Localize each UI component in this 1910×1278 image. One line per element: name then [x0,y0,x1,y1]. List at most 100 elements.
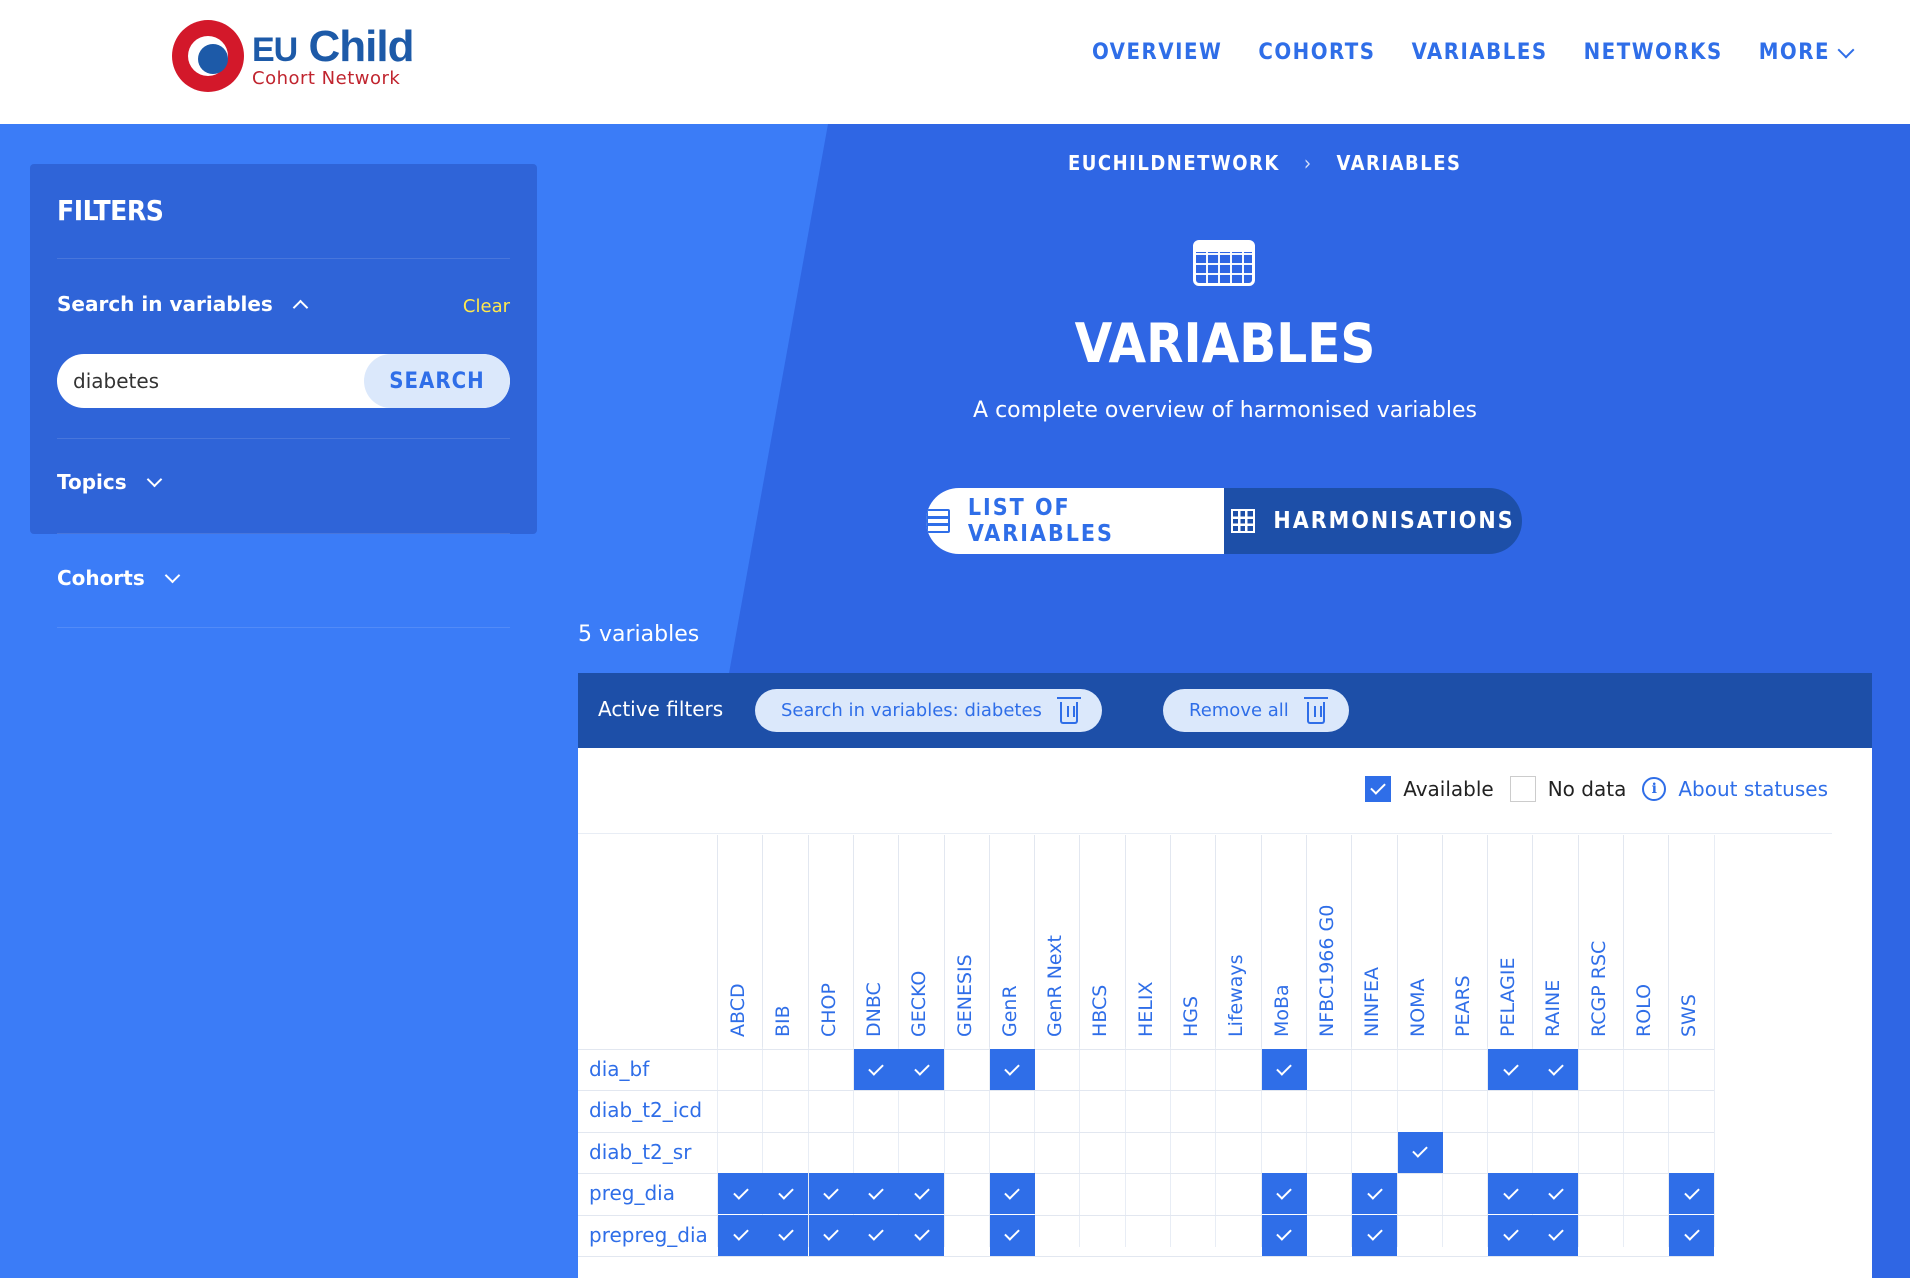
euchild-logo[interactable]: EU Child Cohort Network [172,20,414,96]
available-cell[interactable] [1533,1214,1579,1256]
search-input[interactable] [57,354,367,408]
available-cell[interactable] [1352,1173,1398,1215]
cohorts-filter-label: Cohorts [57,566,145,590]
column-header: GenR Next [1034,835,1079,1047]
column-line [1215,1047,1217,1247]
available-cell[interactable] [1488,1049,1534,1090]
view-toggle: LIST OF VARIABLES HARMONISATIONS [926,488,1522,554]
column-header: GenR [988,835,1034,1047]
chevron-down-icon [164,567,181,583]
column-line [1079,1047,1081,1247]
column-header: HELIX [1124,835,1170,1047]
available-cell[interactable] [763,1214,809,1256]
available-cell[interactable] [989,1049,1035,1090]
topics-toggle[interactable]: Topics [57,470,162,494]
trash-icon[interactable] [1056,696,1081,724]
legend-no-data: No data [1509,776,1626,802]
column-line [1124,1047,1126,1247]
available-cell[interactable] [808,1214,854,1256]
legend-available-label: Available [1403,777,1494,801]
check-icon [913,1183,930,1200]
available-cell[interactable] [1533,1049,1579,1090]
list-icon [926,509,950,533]
variable-link[interactable]: dia_bf [589,1057,649,1081]
topics-label: Topics [57,470,127,494]
chevron-down-icon [146,471,162,487]
available-cell[interactable] [899,1049,945,1090]
remove-all-label: Remove all [1189,700,1289,721]
check-icon [1412,1142,1428,1159]
available-cell[interactable] [853,1214,899,1256]
column-header: NINFEA [1351,835,1396,1047]
list-of-variables-tab[interactable]: LIST OF VARIABLES [926,488,1224,554]
check-icon [778,1225,794,1241]
available-cell[interactable] [718,1173,763,1215]
column-header-label: HGS [1180,995,1202,1037]
column-header-label: HELIX [1134,981,1157,1038]
available-cell[interactable] [853,1049,899,1090]
available-cell[interactable] [989,1214,1035,1256]
available-cell[interactable] [763,1173,809,1215]
available-cell[interactable] [1488,1214,1534,1256]
available-cell[interactable] [1669,1214,1715,1256]
available-cell[interactable] [989,1173,1035,1215]
available-cell[interactable] [1261,1049,1307,1090]
column-header-label: PELAGIE [1497,957,1520,1037]
available-cell[interactable] [808,1173,854,1215]
variable-link[interactable]: prepreg_dia [589,1223,708,1247]
check-icon [1366,1183,1383,1200]
remove-all-button[interactable]: Remove all [1163,689,1349,732]
check-icon [1004,1225,1021,1241]
variable-link[interactable]: diab_t2_icd [589,1098,702,1122]
check-icon [1502,1059,1519,1076]
search-in-variables-toggle[interactable]: Search in variables [57,292,309,316]
available-cell[interactable] [1261,1214,1307,1256]
column-header-label: RCGP RSC [1587,940,1610,1037]
column-header-label: SWS [1678,994,1701,1037]
clear-link[interactable]: Clear [463,296,510,317]
column-header-label: MoBa [1270,984,1293,1037]
column-header: GENESIS [943,835,989,1047]
column-header-label: BIB [772,1005,795,1037]
active-filters-label: Active filters [598,697,724,721]
column-header-label: ABCD [727,983,749,1037]
available-cell[interactable] [853,1173,899,1215]
column-header: DNBC [852,835,898,1047]
column-header-label: GENESIS [953,954,976,1037]
variable-link[interactable]: preg_dia [589,1181,675,1205]
check-icon [732,1225,749,1241]
available-cell[interactable] [1669,1173,1715,1215]
column-header: HBCS [1079,835,1124,1047]
search-button[interactable]: SEARCH [364,354,510,408]
available-cell[interactable] [899,1173,945,1215]
harmonisations-label: HARMONISATIONS [1273,508,1515,534]
available-cell[interactable] [899,1214,945,1256]
column-header-label: PEARS [1451,975,1474,1037]
column-header: Lifeways [1215,835,1260,1047]
column-header: PEARS [1441,835,1487,1047]
filter-chip-search[interactable]: Search in variables: diabetes [755,689,1102,732]
check-icon [823,1225,839,1241]
check-icon [1276,1225,1292,1241]
check-icon [1684,1183,1700,1200]
available-cell[interactable] [718,1214,763,1256]
column-header: RCGP RSC [1577,835,1623,1047]
available-cell[interactable] [1261,1173,1307,1215]
check-icon [823,1183,839,1200]
grid-icon [1231,509,1256,533]
check-icon [732,1183,749,1200]
about-statuses-link[interactable]: i About statuses [1642,777,1828,801]
available-cell[interactable] [1397,1131,1443,1173]
check-icon [913,1059,930,1076]
harmonisation-panel: Active filters Search in variables: diab… [578,673,1872,1278]
check-icon [1004,1183,1021,1200]
variable-link[interactable]: diab_t2_sr [589,1140,691,1164]
cohorts-filter-toggle[interactable]: Cohorts [57,566,181,590]
available-cell[interactable] [1533,1173,1579,1215]
available-cell[interactable] [1488,1173,1534,1215]
harmonisations-tab[interactable]: HARMONISATIONS [1224,488,1522,554]
check-icon [1502,1225,1519,1241]
column-header: BIB [762,835,807,1047]
column-header: NFBC1966 G0 [1305,835,1351,1047]
available-cell[interactable] [1352,1214,1398,1256]
